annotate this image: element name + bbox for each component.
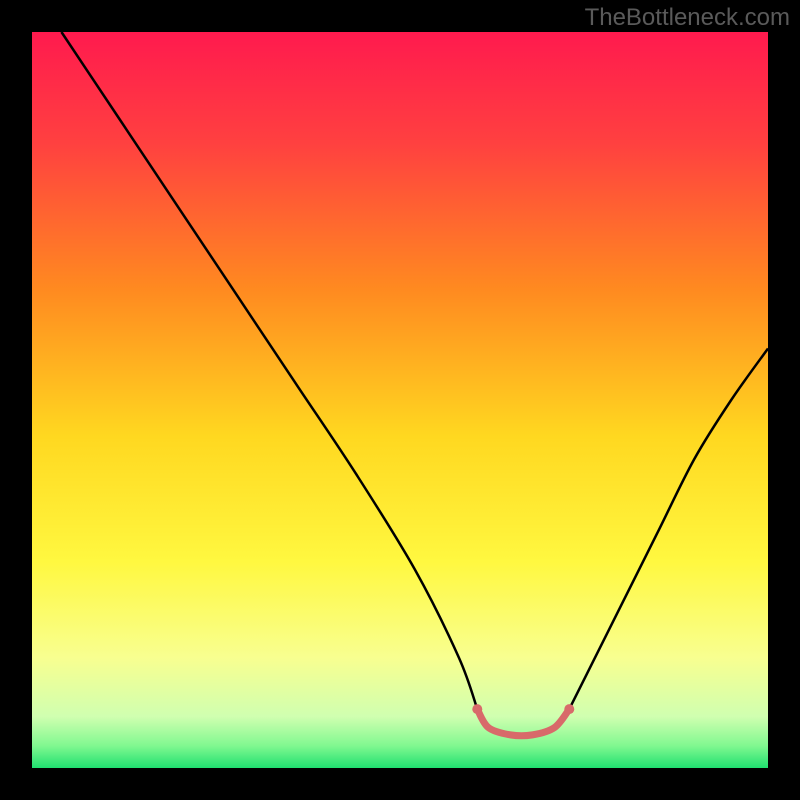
marker-0 <box>472 704 482 714</box>
chart-container: TheBottleneck.com <box>0 0 800 800</box>
watermark-text: TheBottleneck.com <box>585 4 790 32</box>
plot-background <box>32 32 768 768</box>
bottleneck-chart <box>0 0 800 800</box>
marker-1 <box>564 704 574 714</box>
